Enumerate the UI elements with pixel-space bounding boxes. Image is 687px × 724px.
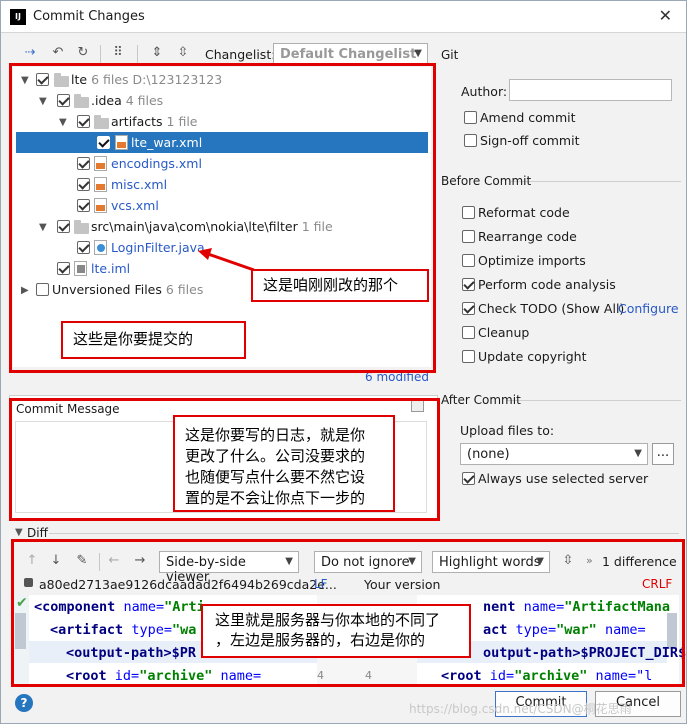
expand-all-icon[interactable]: ⇕ [148, 45, 166, 63]
annotation-diff-line: ，左边是服务器的，右边是你的 [215, 631, 426, 649]
annotation-log-line: 更改了什么。公司没要求的 [185, 447, 366, 465]
refresh-icon[interactable]: ↻ [74, 45, 92, 63]
copyright-checkbox[interactable] [462, 350, 475, 363]
annotation-diff-line: 这里就是服务器与你本地的不同了 [215, 611, 441, 629]
title-bar: IJ Commit Changes ✕ [1, 1, 686, 33]
cleanup-checkbox[interactable] [462, 326, 475, 339]
always-use-label[interactable]: Always use selected server [478, 471, 648, 486]
signoff-checkbox[interactable] [464, 134, 477, 147]
configure-link[interactable]: Configure [618, 301, 679, 316]
close-icon[interactable]: ✕ [659, 6, 672, 25]
after-commit-title: After Commit [441, 393, 521, 407]
highlight-box-tree [9, 63, 436, 373]
commit-changes-window: IJ Commit Changes ✕ ⇢ ↶ ↻ ⠿ ⇕ ⇳ Changeli… [0, 0, 687, 724]
intellij-logo-icon: IJ [10, 9, 26, 25]
diff-section-title: Diff [27, 526, 48, 540]
changelist-select[interactable]: Default Changelist ▼ [273, 43, 428, 65]
analysis-label[interactable]: Perform code analysis [478, 277, 616, 292]
upload-label: Upload files to: [460, 423, 555, 438]
changelist-value: Default Changelist [280, 47, 417, 62]
amend-checkbox[interactable] [464, 111, 477, 124]
watermark: https://blog.csdn.net/CSDN@桐花思雨 [409, 702, 632, 716]
group-by-icon[interactable]: ⠿ [109, 45, 127, 63]
help-icon[interactable]: ? [15, 694, 33, 712]
always-use-checkbox[interactable] [462, 472, 475, 485]
amend-label[interactable]: Amend commit [480, 110, 576, 125]
optimize-label[interactable]: Optimize imports [478, 253, 586, 268]
section-divider [506, 400, 681, 401]
annotation-diff: 这里就是服务器与你本地的不同了 ，左边是服务器的，右边是你的 [201, 604, 471, 658]
signoff-label[interactable]: Sign-off commit [480, 133, 580, 148]
annotation-log: 这是你要写的日志，就是你 更改了什么。公司没要求的 也随便写点什么要不然它设 置… [173, 415, 395, 512]
rearrange-checkbox[interactable] [462, 230, 475, 243]
todo-checkbox[interactable] [462, 302, 475, 315]
copyright-label[interactable]: Update copyright [478, 349, 586, 364]
browse-button[interactable]: ... [652, 443, 674, 465]
changelist-label: Changelist: [205, 47, 276, 62]
reformat-label[interactable]: Reformat code [478, 205, 570, 220]
annotation-log-line: 置的是不会让你点下一步的 [185, 489, 366, 507]
analysis-checkbox[interactable] [462, 278, 475, 291]
author-input[interactable] [509, 79, 672, 101]
todo-label[interactable]: Check TODO (Show All) [478, 301, 624, 316]
undo-icon[interactable]: ↶ [49, 45, 67, 63]
chevron-down-icon: ▼ [414, 48, 422, 59]
cleanup-label[interactable]: Cleanup [478, 325, 529, 340]
toolbar-separator [137, 45, 138, 63]
section-divider [49, 533, 679, 534]
toolbar-separator [100, 45, 101, 63]
window-title: Commit Changes [33, 9, 145, 24]
before-commit-title: Before Commit [441, 174, 532, 188]
optimize-checkbox[interactable] [462, 254, 475, 267]
upload-select[interactable]: (none) ▼ [460, 443, 648, 465]
rearrange-label[interactable]: Rearrange code [478, 229, 577, 244]
section-divider [511, 181, 681, 182]
upload-value: (none) [467, 447, 510, 462]
author-label: Author: [461, 84, 508, 99]
chevron-down-icon[interactable]: ▼ [15, 527, 23, 538]
annotation-log-line: 也随便写点什么要不然它设 [185, 468, 366, 486]
move-changes-icon[interactable]: ⇢ [21, 45, 39, 63]
collapse-all-icon[interactable]: ⇳ [174, 45, 192, 63]
git-section-title: Git [441, 48, 459, 62]
annotation-log-line: 这是你要写的日志，就是你 [185, 426, 366, 444]
reformat-checkbox[interactable] [462, 206, 475, 219]
chevron-down-icon: ▼ [634, 448, 642, 459]
